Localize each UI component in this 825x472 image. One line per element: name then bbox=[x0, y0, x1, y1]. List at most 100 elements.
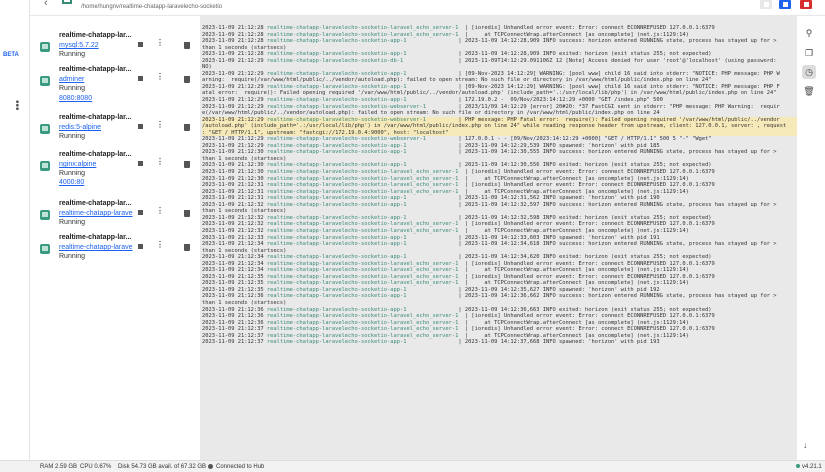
container-name: realtime-chatapp-lar... bbox=[59, 234, 132, 241]
delete-button[interactable] bbox=[800, 0, 812, 9]
log-message: | [09-Nov-2023 14:12:29] WARNING: [pool … bbox=[406, 70, 780, 77]
timestamp-toggle-icon[interactable]: ◷ bbox=[802, 65, 816, 79]
more-options-icon[interactable]: ••• bbox=[11, 100, 22, 111]
log-message: | [ioredis] Unhandled error event: Error… bbox=[458, 221, 715, 228]
port-link[interactable]: 4000:80 bbox=[59, 179, 84, 186]
log-message: NO) bbox=[202, 64, 212, 71]
container-name: realtime-chatapp-lar... bbox=[59, 200, 132, 207]
stop-icon[interactable] bbox=[138, 124, 143, 129]
container-status: Running bbox=[59, 253, 86, 260]
log-source: realtime-chatapp-laravelecho-socketio-la… bbox=[266, 31, 459, 38]
log-message: | [ioredis] Unhandled error event: Error… bbox=[458, 182, 715, 189]
log-message: | [ioredis] Unhandled error event: Error… bbox=[458, 273, 715, 280]
log-timestamp: 2023-11-09 21:12:33 bbox=[202, 234, 264, 241]
log-message: | 2023-11-09 14:12:30,555 INFO success: … bbox=[406, 149, 777, 156]
container-image-link[interactable]: redis:5-alpine bbox=[59, 124, 101, 131]
trash-icon[interactable] bbox=[184, 244, 190, 251]
log-line: 2023-11-09 21:12:30 realtime-chatapp-lar… bbox=[202, 149, 797, 156]
stop-icon[interactable] bbox=[138, 76, 143, 81]
container-image-link[interactable]: mysql:5.7.22 bbox=[59, 42, 99, 49]
log-timestamp: 2023-11-09 21:12:36 bbox=[202, 293, 264, 300]
container-image-link[interactable]: adminer bbox=[59, 76, 84, 83]
clear-icon[interactable]: 🗑 bbox=[802, 84, 816, 98]
restart-button[interactable] bbox=[779, 0, 791, 9]
log-source: realtime-chatapp-laravelecho-socketio-la… bbox=[266, 175, 459, 182]
log-source: realtime-chatapp-laravelecho-socketio-ap… bbox=[266, 51, 407, 58]
log-source: realtime-chatapp-laravelecho-socketio-la… bbox=[266, 169, 459, 176]
log-source: realtime-chatapp-laravelecho-socketio-ap… bbox=[266, 286, 407, 293]
log-line: 2023-11-09 21:12:28 realtime-chatapp-lar… bbox=[202, 38, 797, 45]
log-source: realtime-chatapp-laravelecho-socketio-ap… bbox=[266, 38, 407, 45]
log-timestamp: 2023-11-09 21:12:29 bbox=[202, 136, 264, 143]
more-vert-icon[interactable]: ⋮ bbox=[156, 72, 164, 81]
stop-icon[interactable] bbox=[138, 161, 143, 166]
trash-icon[interactable] bbox=[184, 161, 190, 168]
stop-icon[interactable] bbox=[138, 210, 143, 215]
header: ‹ realtime-chatapp-laravelecho-socketio … bbox=[30, 0, 825, 16]
more-vert-icon[interactable]: ⋮ bbox=[156, 157, 164, 166]
log-timestamp: 2023-11-09 21:12:30 bbox=[202, 169, 264, 176]
log-timestamp: 2023-11-09 21:12:36 bbox=[202, 319, 264, 326]
log-output[interactable]: 2023-11-09 21:12:28 realtime-chatapp-lar… bbox=[200, 16, 797, 460]
log-timestamp: 2023-11-09 21:12:29 bbox=[202, 97, 264, 104]
container-list: realtime-chatapp-lar... mysql:5.7.22 Run… bbox=[30, 16, 200, 460]
log-message: /autoload.php' (include_path='.:/usr/loc… bbox=[202, 123, 787, 130]
log-source: realtime-chatapp-laravelecho-socketio-la… bbox=[266, 260, 459, 267]
compose-stack-icon bbox=[62, 0, 72, 4]
stack-path: /home/hungnv/realtime-chatapp-laravelech… bbox=[81, 4, 223, 10]
log-source: realtime-chatapp-laravelecho-socketio-la… bbox=[266, 326, 459, 333]
log-message: | 2023-11-09 14:12:32,598 INFO exited: h… bbox=[406, 214, 712, 221]
log-timestamp: 2023-11-09 21:12:29 bbox=[202, 70, 264, 77]
trash-icon[interactable] bbox=[184, 124, 190, 131]
start-button[interactable] bbox=[760, 0, 772, 9]
log-message: e(/var/www/html/public/../vendor/autoloa… bbox=[202, 110, 660, 117]
port-link[interactable]: 8080:8080 bbox=[59, 95, 92, 102]
container-image-link[interactable]: nginx:alpine bbox=[59, 161, 96, 168]
stop-icon[interactable] bbox=[138, 244, 143, 249]
copy-icon[interactable]: ❐ bbox=[802, 46, 816, 60]
more-vert-icon[interactable]: ⋮ bbox=[156, 240, 164, 249]
log-message: | 2023/11/09 14:12:29 [error] 20#20: *37… bbox=[425, 103, 780, 110]
docker-desktop-window: BETA ••• ‹ realtime-chatapp-laravelecho-… bbox=[0, 0, 825, 472]
log-message: | 2023-11-09 14:12:31,562 INFO spawned: … bbox=[406, 195, 660, 202]
container-image-link[interactable]: realtime-chatapp-larave bbox=[59, 210, 133, 217]
log-line: 2023-11-09 21:12:36 realtime-chatapp-lar… bbox=[202, 293, 797, 300]
log-timestamp: 2023-11-09 21:12:28 bbox=[202, 51, 264, 58]
log-source: realtime-chatapp-laravelecho-socketio-we… bbox=[266, 116, 426, 123]
container-icon bbox=[40, 76, 50, 86]
log-message: | [ioredis] Unhandled error event: Error… bbox=[458, 169, 715, 176]
container-name: realtime-chatapp-lar... bbox=[59, 66, 132, 73]
log-message: than 1 seconds (startsecs) bbox=[202, 299, 287, 306]
log-timestamp: 2023-11-09 21:12:34 bbox=[202, 241, 264, 248]
log-message: | 2023-11-09 14:12:30,556 INFO exited: h… bbox=[406, 162, 712, 169]
log-line: 2023-11-09 21:12:29 realtime-chatapp-lar… bbox=[202, 58, 797, 65]
log-message: | [ioredis] Unhandled error event: Error… bbox=[458, 313, 715, 320]
log-source: realtime-chatapp-laravelecho-socketio-la… bbox=[266, 332, 459, 339]
trash-icon[interactable] bbox=[184, 210, 190, 217]
log-source: realtime-chatapp-laravelecho-socketio-ap… bbox=[266, 97, 407, 104]
container-name: realtime-chatapp-lar... bbox=[59, 32, 132, 39]
log-source: realtime-chatapp-laravelecho-socketio-ap… bbox=[266, 293, 407, 300]
stop-icon[interactable] bbox=[138, 42, 143, 47]
log-message: | [ioredis] Unhandled error event: Error… bbox=[458, 25, 715, 31]
more-vert-icon[interactable]: ⋮ bbox=[156, 38, 164, 47]
log-timestamp: 2023-11-09 21:12:32 bbox=[202, 227, 264, 234]
log-source: realtime-chatapp-laravelecho-socketio-ap… bbox=[266, 149, 407, 156]
trash-icon[interactable] bbox=[184, 42, 190, 49]
more-vert-icon[interactable]: ⋮ bbox=[156, 206, 164, 215]
back-arrow-icon[interactable]: ‹ bbox=[44, 0, 48, 9]
container-image-link[interactable]: realtime-chatapp-larave bbox=[59, 244, 133, 251]
scroll-to-bottom-icon[interactable]: ↓ bbox=[803, 440, 808, 450]
log-source: realtime-chatapp-laravelecho-socketio-la… bbox=[266, 25, 459, 31]
trash-icon[interactable] bbox=[184, 76, 190, 83]
container-status: Running bbox=[59, 51, 86, 58]
log-message: | at TCPConnectWrap.afterConnect [as onc… bbox=[458, 267, 689, 274]
search-icon[interactable]: ⚲ bbox=[802, 26, 816, 40]
log-source: realtime-chatapp-laravelecho-socketio-la… bbox=[266, 280, 459, 287]
log-timestamp: 2023-11-09 21:12:31 bbox=[202, 188, 264, 195]
container-status: Running bbox=[59, 85, 86, 92]
log-message: | 127.0.0.1 - - [09/Nov/2023:14:12:29 +0… bbox=[425, 136, 712, 143]
log-timestamp: 2023-11-09 21:12:34 bbox=[202, 267, 264, 274]
more-vert-icon[interactable]: ⋮ bbox=[156, 120, 164, 129]
log-source: realtime-chatapp-laravelecho-socketio-ap… bbox=[266, 142, 407, 149]
